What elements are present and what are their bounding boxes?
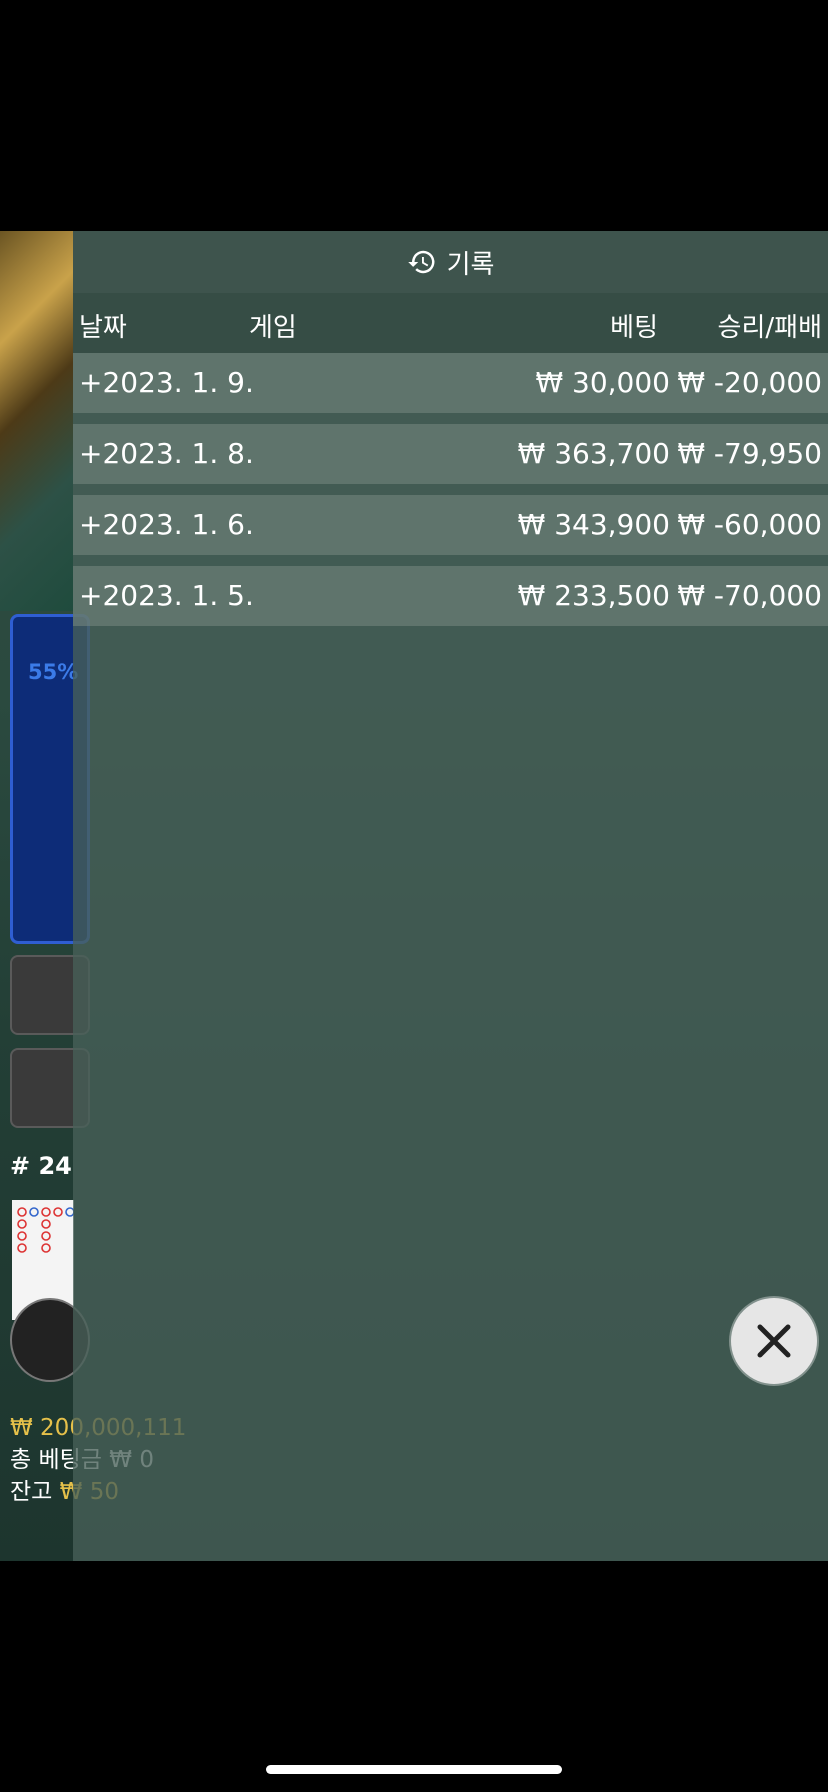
row-result: ₩ -20,000 — [677, 366, 822, 399]
round-number: # 24 — [10, 1152, 72, 1180]
player-percent: 55% — [28, 660, 79, 684]
close-button[interactable] — [731, 1298, 817, 1384]
header-date: 날짜 — [79, 313, 127, 343]
header-game: 게임 — [249, 313, 297, 343]
balance-label: 잔고 — [10, 1479, 53, 1505]
row-bet: ₩ 343,900 — [517, 508, 670, 541]
history-panel: 기록 날짜 게임 베팅 승리/패배 +2023. 1. 9. ₩ 30,000 … — [73, 231, 828, 1561]
row-date: +2023. 1. 8. — [79, 437, 254, 470]
close-icon — [757, 1324, 791, 1358]
row-date: +2023. 1. 5. — [79, 579, 254, 612]
header-bet: 베팅 — [610, 313, 658, 343]
table-row[interactable]: +2023. 1. 9. ₩ 30,000 ₩ -20,000 — [73, 353, 828, 413]
row-bet: ₩ 30,000 — [535, 366, 670, 399]
row-bet: ₩ 233,500 — [517, 579, 670, 612]
panel-header: 기록 — [73, 231, 828, 293]
table-row[interactable]: +2023. 1. 8. ₩ 363,700 ₩ -79,950 — [73, 424, 828, 484]
header-result: 승리/패배 — [717, 313, 822, 343]
panel-title: 기록 — [446, 249, 495, 280]
table-row[interactable]: +2023. 1. 6. ₩ 343,900 ₩ -60,000 — [73, 495, 828, 555]
table-header: 날짜 게임 베팅 승리/패배 — [73, 293, 828, 353]
row-date: +2023. 1. 9. — [79, 366, 254, 399]
row-result: ₩ -70,000 — [677, 579, 822, 612]
row-date: +2023. 1. 6. — [79, 508, 254, 541]
history-icon — [407, 250, 435, 274]
row-bet: ₩ 363,700 — [517, 437, 670, 470]
home-indicator[interactable] — [266, 1765, 562, 1774]
row-result: ₩ -60,000 — [677, 508, 822, 541]
dealer-video-strip — [0, 231, 73, 611]
table-row[interactable]: +2023. 1. 5. ₩ 233,500 ₩ -70,000 — [73, 566, 828, 626]
row-result: ₩ -79,950 — [677, 437, 822, 470]
